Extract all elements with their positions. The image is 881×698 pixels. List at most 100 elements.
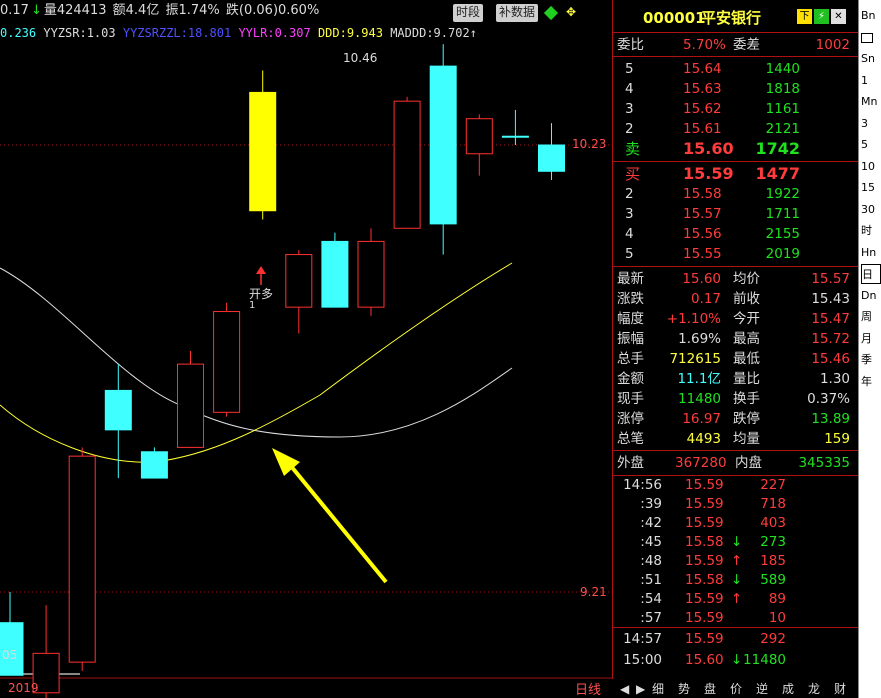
tick-time: :45 — [640, 534, 662, 550]
buy-level-3[interactable]: 3 15.57 1711 — [613, 204, 858, 224]
wc-value: 1002 — [815, 37, 850, 53]
stat-label: 最高 — [733, 331, 760, 347]
stat-row: 涨停 16.97 跌停 13.89 — [613, 409, 858, 429]
period-button[interactable]: 月 — [861, 329, 881, 349]
stat-label: 现手 — [617, 391, 644, 407]
period-button[interactable]: 时 — [861, 221, 881, 241]
level-label: 2 — [625, 121, 634, 137]
level-volume: 2019 — [765, 246, 800, 262]
period-button[interactable]: 1 — [861, 71, 881, 91]
level-price: 15.59 — [683, 164, 734, 183]
period-button[interactable]: Sn — [861, 49, 881, 69]
stat-value: +1.10% — [666, 311, 721, 327]
sell-level-4[interactable]: 2 15.61 2121 — [613, 119, 858, 139]
tick-time: :39 — [640, 496, 662, 512]
stat-label: 总笔 — [617, 431, 644, 447]
stat-label: 金额 — [617, 371, 644, 387]
period-button[interactable]: Dn — [861, 286, 881, 306]
stat-value: 15.72 — [811, 331, 850, 347]
tick-price: 15.59 — [685, 631, 724, 647]
period-button[interactable]: Bn — [861, 6, 881, 26]
bottom-tab[interactable]: 细 — [652, 680, 664, 698]
sell-level-5[interactable]: 卖 15.60 1742 — [613, 139, 858, 159]
stock-code: 000001 — [643, 9, 706, 27]
sell-level-3[interactable]: 3 15.62 1161 — [613, 99, 858, 119]
tick-price: 15.59 — [685, 610, 724, 626]
stat-label: 最低 — [733, 351, 760, 367]
level-label: 2 — [625, 186, 634, 202]
tick-price: 15.58 — [685, 572, 724, 588]
candle-4 — [140, 451, 168, 479]
stat-row: 现手 11480 换手 0.37% — [613, 389, 858, 409]
level-price: 15.57 — [683, 206, 722, 222]
outer-inner-row: 外盘 367280 内盘 345335 — [613, 453, 858, 473]
tick-row: :54 15.59 ↑ 89 — [613, 590, 858, 609]
tick-time: 15:00 — [623, 652, 662, 668]
stat-value: 15.43 — [811, 291, 850, 307]
download-icon[interactable]: 下 — [797, 9, 812, 24]
tick-volume: 589 — [760, 572, 786, 588]
stat-value: 712615 — [669, 351, 721, 367]
tab-next-icon[interactable]: ▶ — [636, 680, 645, 698]
tick-row: :39 15.59 718 — [613, 495, 858, 514]
period-button[interactable]: 5 — [861, 135, 881, 155]
buy-level-5[interactable]: 5 15.55 2019 — [613, 244, 858, 264]
sell-level-1[interactable]: 5 15.64 1440 — [613, 59, 858, 79]
bottom-tab[interactable]: 成 — [782, 680, 794, 698]
stat-row: 总手 712615 最低 15.46 — [613, 349, 858, 369]
tick-volume: 10 — [768, 610, 786, 626]
stat-row: 振幅 1.69% 最高 15.72 — [613, 329, 858, 349]
stat-value: 0.17 — [690, 291, 721, 307]
candle-9 — [321, 240, 349, 308]
period-button[interactable]: 年 — [861, 372, 881, 392]
buy-level-2[interactable]: 2 15.58 1922 — [613, 184, 858, 204]
level-label: 买 — [625, 165, 641, 183]
bottom-tab[interactable]: 财 — [834, 680, 846, 698]
period-button[interactable]: 日 — [861, 264, 881, 284]
stat-label: 跌停 — [733, 411, 760, 427]
period-label: 日线 — [575, 683, 602, 698]
level-label: 5 — [625, 246, 634, 262]
level-label: 5 — [625, 61, 634, 77]
tab-prev-icon[interactable]: ◀ — [620, 680, 629, 698]
stat-label: 幅度 — [617, 311, 644, 327]
lightning-icon[interactable]: ⚡ — [814, 9, 829, 24]
level-label: 4 — [625, 81, 634, 97]
down-arrow-icon: ↓ — [731, 572, 743, 588]
kline-chart[interactable] — [0, 0, 612, 698]
price-axis-label-high: 10.23 — [572, 137, 607, 151]
inner-label: 内盘 — [735, 455, 762, 471]
period-button[interactable]: Hn — [861, 243, 881, 263]
bottom-tab[interactable]: 龙 — [808, 680, 820, 698]
buy-level-1[interactable]: 买 15.59 1477 — [613, 164, 858, 184]
level-price: 15.64 — [683, 61, 722, 77]
candle-12 — [429, 65, 457, 225]
level-price: 15.60 — [683, 139, 734, 158]
bottom-tab[interactable]: 势 — [678, 680, 690, 698]
signal-arrow-icon — [256, 266, 266, 274]
tick-volume: 89 — [768, 591, 786, 607]
stat-value: 13.89 — [811, 411, 850, 427]
period-button[interactable]: Mn — [861, 92, 881, 112]
stat-label: 均价 — [733, 271, 760, 287]
level-label: 3 — [625, 206, 634, 222]
period-button[interactable]: 周 — [861, 307, 881, 327]
wb-row: 委比 5.70% 委差 1002 — [613, 35, 858, 55]
period-button[interactable]: 季 — [861, 350, 881, 370]
stat-label: 量比 — [733, 371, 760, 387]
sell-level-2[interactable]: 4 15.63 1818 — [613, 79, 858, 99]
level-volume: 1161 — [765, 101, 800, 117]
period-button[interactable]: 30 — [861, 200, 881, 220]
period-button[interactable]: 3 — [861, 114, 881, 134]
bottom-tab[interactable]: 盘 — [704, 680, 716, 698]
period-button[interactable]: 15 — [861, 178, 881, 198]
price-axis-label-low: 9.21 — [580, 585, 607, 599]
buy-level-4[interactable]: 4 15.56 2155 — [613, 224, 858, 244]
period-button[interactable]: 10 — [861, 157, 881, 177]
down-arrow-icon: ↓ — [731, 652, 743, 668]
bottom-tab[interactable]: 价 — [730, 680, 742, 698]
tick-price: 15.59 — [685, 496, 724, 512]
window-icon[interactable] — [861, 28, 881, 48]
bottom-tab[interactable]: 逆 — [756, 680, 768, 698]
close-icon[interactable]: ✕ — [831, 9, 846, 24]
